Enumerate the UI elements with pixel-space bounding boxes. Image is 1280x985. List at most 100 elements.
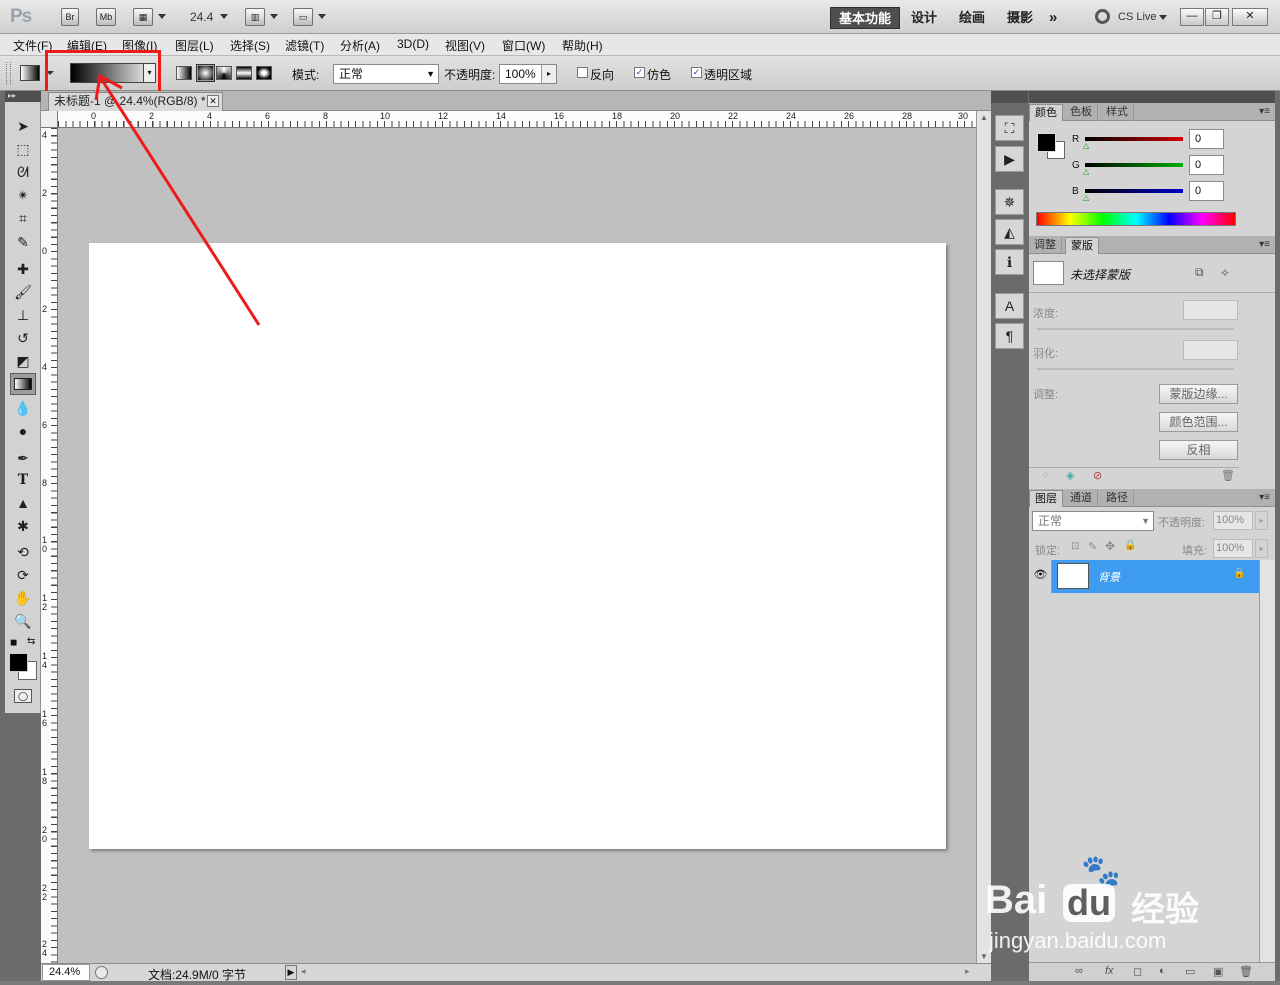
menu-3d[interactable]: 3D(D) [397, 37, 429, 51]
feather-slider[interactable] [1037, 368, 1234, 370]
slider-thumb-icon[interactable]: △ [1083, 167, 1089, 176]
blur-tool-icon[interactable]: 💧 [10, 397, 36, 419]
load-selection-icon[interactable]: ⁘ [1041, 469, 1050, 482]
info-panel-icon[interactable]: ℹ [995, 249, 1024, 275]
status-zoom[interactable]: 24.4% [42, 964, 90, 981]
document-tab[interactable]: 未标题-1 @ 24.4%(RGB/8) * [48, 92, 223, 111]
histogram-panel-icon[interactable]: ◭ [995, 219, 1024, 245]
ruler-origin[interactable] [41, 111, 58, 128]
panel-menu-icon[interactable]: ▾≡ [1259, 492, 1270, 503]
reverse-checkbox[interactable] [577, 67, 588, 78]
healing-brush-tool-icon[interactable]: ✚ [10, 258, 36, 280]
new-group-icon[interactable]: ▭ [1185, 965, 1195, 978]
menu-analysis[interactable]: 分析(A) [340, 37, 380, 54]
channel-g-slider[interactable] [1085, 163, 1183, 167]
3d-rotate-tool-icon[interactable]: ⟲ [10, 541, 36, 563]
vertical-ruler[interactable]: 4 2 0 2 4 6 8 10 12 14 16 18 20 22 24 [41, 128, 58, 963]
close-tab-icon[interactable]: ✕ [207, 95, 219, 107]
more-workspaces-button[interactable]: » [1041, 7, 1065, 29]
chevron-right-icon[interactable]: ▸ [1255, 511, 1268, 530]
workspace-design[interactable]: 设计 [903, 7, 945, 29]
canvas-area[interactable] [58, 128, 976, 963]
screen-mode-button[interactable]: ▭ [293, 8, 313, 26]
status-menu-arrow[interactable]: ▶ [285, 965, 297, 980]
scroll-up-icon[interactable]: ▲ [980, 113, 988, 122]
reflected-gradient-icon[interactable] [236, 66, 252, 80]
eyedropper-tool-icon[interactable]: ✎ [10, 231, 36, 253]
type-tool-icon[interactable]: T [10, 469, 36, 491]
channel-b-slider[interactable] [1085, 189, 1183, 193]
tab-swatches[interactable]: 色板 [1065, 104, 1098, 121]
chevron-right-icon[interactable]: ▸ [541, 65, 556, 83]
zoom-level[interactable]: 24.4 [190, 10, 213, 24]
chevron-right-icon[interactable]: ▸ [1255, 539, 1268, 558]
brush-tool-icon[interactable]: 🖌 [10, 281, 36, 303]
swap-colors-icon[interactable]: ⇆ [27, 636, 35, 647]
menu-window[interactable]: 窗口(W) [502, 37, 545, 54]
arrange-documents-button[interactable]: ▥ [245, 8, 265, 26]
layer-style-icon[interactable]: fx [1105, 965, 1114, 977]
restore-button[interactable]: ❐ [1205, 8, 1229, 26]
new-layer-icon[interactable]: ▣ [1213, 965, 1223, 978]
horizontal-ruler[interactable]: 0 2 4 6 8 10 12 14 16 18 20 22 24 26 28 … [58, 111, 976, 128]
quick-mask-icon[interactable]: ◯ [14, 689, 32, 703]
status-info-icon[interactable] [95, 966, 108, 979]
apply-mask-icon[interactable]: ◈ [1066, 469, 1074, 482]
pixel-mask-icon[interactable]: ⧉ [1195, 265, 1204, 280]
chevron-down-icon[interactable] [270, 14, 278, 19]
mask-thumbnail[interactable] [1033, 261, 1064, 285]
3d-orbit-tool-icon[interactable]: ⟳ [10, 564, 36, 586]
workspace-photography[interactable]: 摄影 [999, 7, 1041, 29]
color-range-button[interactable]: 颜色范围... [1159, 412, 1238, 432]
density-field[interactable] [1183, 300, 1238, 320]
slider-thumb-icon[interactable]: △ [1083, 141, 1089, 150]
zoom-tool-icon[interactable]: 🔍 [10, 610, 36, 632]
diamond-gradient-icon[interactable] [256, 66, 272, 80]
workspace-painting[interactable]: 绘画 [951, 7, 993, 29]
delete-layer-icon[interactable]: 🗑 [1239, 965, 1253, 978]
blend-mode-select[interactable]: 正常 ▼ [1032, 511, 1154, 531]
dodge-tool-icon[interactable]: ● [10, 420, 36, 442]
navigator-panel-icon[interactable]: ✵ [995, 189, 1024, 215]
crop-tool-icon[interactable]: ⌗ [10, 207, 36, 229]
minibridge-button[interactable]: Mb [96, 8, 116, 26]
mode-select[interactable]: 正常 ▼ [333, 64, 439, 84]
lock-transparent-icon[interactable]: ⊡ [1071, 541, 1079, 552]
menu-view[interactable]: 视图(V) [445, 37, 485, 54]
channel-b-value[interactable]: 0 [1189, 181, 1224, 201]
history-panel-icon[interactable]: ⛶ [995, 115, 1024, 141]
grip-handle[interactable] [6, 62, 11, 85]
character-panel-icon[interactable]: A [995, 293, 1024, 319]
tab-layers[interactable]: 图层 [1029, 490, 1063, 507]
channel-r-slider[interactable] [1085, 137, 1183, 141]
paragraph-panel-icon[interactable]: ¶ [995, 323, 1024, 349]
menu-help[interactable]: 帮助(H) [562, 37, 603, 54]
linear-gradient-icon[interactable] [176, 66, 192, 80]
magic-wand-tool-icon[interactable]: ✴ [10, 184, 36, 206]
tab-paths[interactable]: 路径 [1101, 490, 1134, 507]
tab-masks[interactable]: 蒙版 [1065, 237, 1099, 254]
stamp-tool-icon[interactable]: ⊥ [10, 304, 36, 326]
chevron-down-icon[interactable] [220, 14, 228, 19]
shape-tool-icon[interactable]: ✱ [10, 515, 36, 537]
tool-preset-icon[interactable] [20, 65, 40, 81]
layer-row-background[interactable]: 👁 背景 🔒 [1030, 560, 1259, 593]
mask-edge-button[interactable]: 蒙版边缘... [1159, 384, 1238, 404]
hand-tool-icon[interactable]: ✋ [10, 587, 36, 609]
panel-menu-icon[interactable]: ▾≡ [1259, 239, 1270, 250]
layer-thumbnail[interactable] [1057, 563, 1089, 589]
link-layers-icon[interactable]: ∞ [1075, 965, 1083, 977]
menu-layer[interactable]: 图层(L) [175, 37, 214, 54]
tab-channels[interactable]: 通道 [1065, 490, 1098, 507]
channel-g-value[interactable]: 0 [1189, 155, 1224, 175]
slider-thumb-icon[interactable]: △ [1083, 193, 1089, 202]
bridge-button[interactable]: Br [61, 8, 79, 26]
actions-panel-icon[interactable]: ▶ [995, 146, 1024, 172]
eye-icon[interactable]: 👁 [1030, 560, 1052, 593]
layer-name[interactable]: 背景 [1098, 569, 1120, 585]
scroll-left-icon[interactable]: ◂ [301, 966, 306, 977]
color-spectrum[interactable] [1036, 212, 1236, 226]
tab-adjustments[interactable]: 调整 [1029, 237, 1062, 254]
density-slider[interactable] [1037, 328, 1234, 330]
opacity-field[interactable]: 100% ▸ [499, 64, 557, 84]
